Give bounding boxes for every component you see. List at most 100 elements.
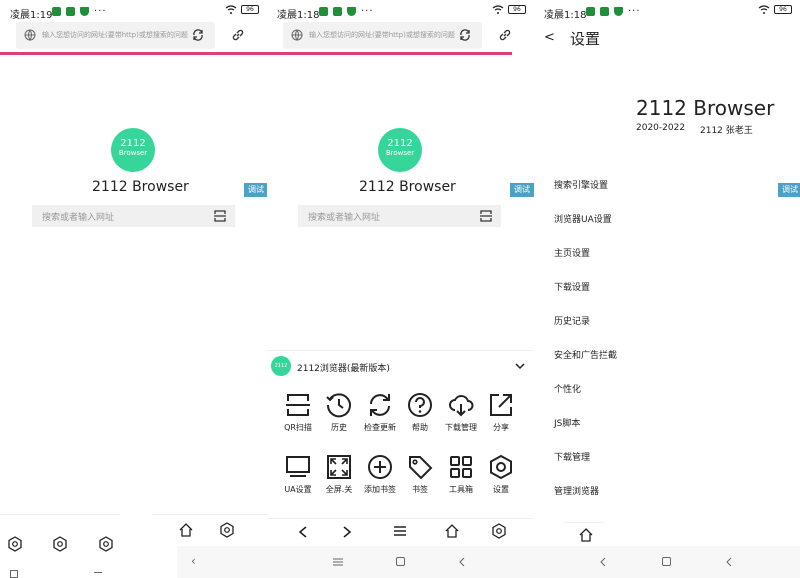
menu-item-label: 检查更新 [364, 423, 396, 432]
setting-security-adblock[interactable]: 安全和广告拦截 [554, 348, 617, 361]
menu-item-label: UA设置 [284, 485, 312, 494]
link-icon[interactable] [231, 28, 245, 42]
menu-item-help[interactable]: 帮助 [400, 391, 440, 433]
fullscreen-icon [327, 455, 351, 479]
menu-nav-icon[interactable] [94, 572, 102, 573]
setting-browser-ua[interactable]: 浏览器UA设置 [554, 212, 612, 225]
loading-progress-bar [267, 52, 512, 55]
url-bar[interactable]: 输入您想访问的网址(要带http)或想搜索的问题 [283, 22, 482, 49]
menu-icon[interactable] [392, 524, 408, 538]
setting-homepage[interactable]: 主页设置 [554, 246, 590, 259]
status-right: 96 [758, 5, 792, 14]
scan-icon[interactable] [213, 209, 227, 223]
menu-title: 2112浏览器(最新版本) [297, 364, 390, 374]
hexagon-settings-icon[interactable] [491, 523, 507, 539]
menu-item-check-update[interactable]: 检查更新 [360, 391, 400, 433]
setting-search-engine[interactable]: 搜索引擎设置 [554, 178, 608, 191]
setting-personalization[interactable]: 个性化 [554, 382, 581, 395]
status-time: 凌晨1:19 [10, 10, 53, 21]
help-icon [408, 393, 432, 417]
app-name: 2112 Browser [636, 96, 775, 120]
home-icon[interactable] [178, 522, 194, 538]
browser-menu-screen: 凌晨1:18 ··· 96 输入您想访问的网址(要带http)或想搜索的问题 2… [267, 0, 534, 578]
hexagon-settings-icon[interactable] [7, 536, 23, 552]
forward-arrow-icon[interactable] [341, 525, 353, 539]
system-nav-bar [267, 546, 534, 578]
menu-item-download-manager[interactable]: 下载管理 [441, 391, 481, 433]
menu-item-label: 工具箱 [449, 485, 473, 494]
menu-item-label: QR扫描 [284, 423, 312, 432]
monitor-icon [286, 456, 310, 477]
hexagon-settings-icon[interactable] [98, 536, 114, 552]
menu-item-history[interactable]: 历史 [319, 391, 359, 433]
app-notification-icon [52, 7, 61, 16]
back-nav-icon[interactable] [598, 556, 608, 568]
status-bar: 凌晨1:18 ··· 96 [267, 0, 534, 22]
setting-download[interactable]: 下载设置 [554, 280, 590, 293]
menu-item-qr-scan[interactable]: QR扫描 [278, 391, 318, 433]
menu-item-label: 下载管理 [445, 423, 477, 432]
menu-item-ua-settings[interactable]: UA设置 [278, 453, 318, 495]
recent-apps-icon[interactable] [662, 557, 671, 566]
refresh-icon[interactable] [458, 28, 472, 42]
search-placeholder: 搜索或者输入网址 [308, 213, 381, 223]
search-box[interactable]: 搜索或者输入网址 [298, 205, 501, 227]
menu-item-label: 设置 [493, 485, 509, 494]
browser-home-screen: 凌晨1:19 ··· 96 输入您想访问的网址(要带http)或想搜索的问题 2… [0, 0, 267, 578]
back-nav-icon[interactable] [724, 556, 734, 568]
recent-apps-icon[interactable] [10, 570, 18, 578]
app-notification-icon [319, 7, 328, 16]
wifi-icon [492, 5, 504, 14]
shield-icon [614, 7, 623, 16]
bottom-bar: ‹ [0, 514, 267, 578]
home-icon[interactable] [578, 527, 594, 543]
setting-download-manager[interactable]: 下载管理 [554, 450, 590, 463]
home-icon[interactable] [444, 523, 460, 539]
scan-icon[interactable] [479, 209, 493, 223]
settings-header: < 设置 [534, 22, 800, 52]
app-notification-icon [66, 7, 75, 16]
menu-item-settings[interactable]: 设置 [481, 453, 521, 495]
app-notification-icon [586, 7, 595, 16]
recent-apps-icon[interactable] [396, 557, 405, 566]
debug-button[interactable]: 调试 [510, 183, 534, 197]
scan-icon [286, 394, 310, 416]
status-right: 96 [225, 5, 259, 14]
menu-item-add-bookmark[interactable]: 添加书签 [360, 453, 400, 495]
setting-js-scripts[interactable]: JS脚本 [554, 416, 580, 429]
more-notifications-icon: ··· [94, 6, 107, 17]
hexagon-settings-icon[interactable] [219, 522, 235, 538]
search-box[interactable]: 搜索或者输入网址 [32, 205, 235, 227]
menu-item-label: 书签 [412, 485, 428, 494]
hexagon-settings-icon [490, 454, 512, 480]
copyright-years: 2020-2022 [636, 123, 686, 133]
loading-progress-bar [0, 52, 267, 55]
menu-item-label: 帮助 [412, 423, 428, 432]
back-nav-icon[interactable]: ‹ [191, 554, 196, 568]
wifi-icon [225, 5, 237, 14]
menu-item-fullscreen[interactable]: 全屏.关 [319, 453, 359, 495]
menu-item-label: 分享 [493, 423, 509, 432]
menu-item-share[interactable]: 分享 [481, 391, 521, 433]
back-nav-icon[interactable] [457, 556, 467, 568]
link-icon[interactable] [498, 28, 512, 42]
debug-button[interactable]: 调试 [244, 183, 267, 197]
system-nav-bar [534, 546, 800, 578]
setting-history[interactable]: 历史记录 [554, 314, 590, 327]
url-bar[interactable]: 输入您想访问的网址(要带http)或想搜索的问题 [16, 22, 215, 49]
menu-item-toolbox[interactable]: 工具箱 [441, 453, 481, 495]
back-arrow-icon[interactable] [297, 525, 309, 539]
setting-manage-browser[interactable]: 管理浏览器 [554, 484, 599, 497]
battery-icon: 96 [508, 5, 526, 14]
app-notification-icon [600, 7, 609, 16]
status-time: 凌晨1:18 [277, 10, 320, 21]
url-placeholder: 输入您想访问的网址(要带http)或想搜索的问题 [309, 31, 455, 39]
battery-icon: 96 [774, 5, 792, 14]
menu-nav-icon[interactable] [332, 557, 344, 567]
debug-button[interactable]: 调试 [778, 183, 800, 197]
refresh-icon[interactable] [191, 28, 205, 42]
back-button[interactable]: < [544, 30, 555, 45]
chevron-down-icon[interactable] [514, 360, 526, 372]
hexagon-settings-icon[interactable] [52, 536, 68, 552]
menu-item-bookmarks[interactable]: 书签 [400, 453, 440, 495]
